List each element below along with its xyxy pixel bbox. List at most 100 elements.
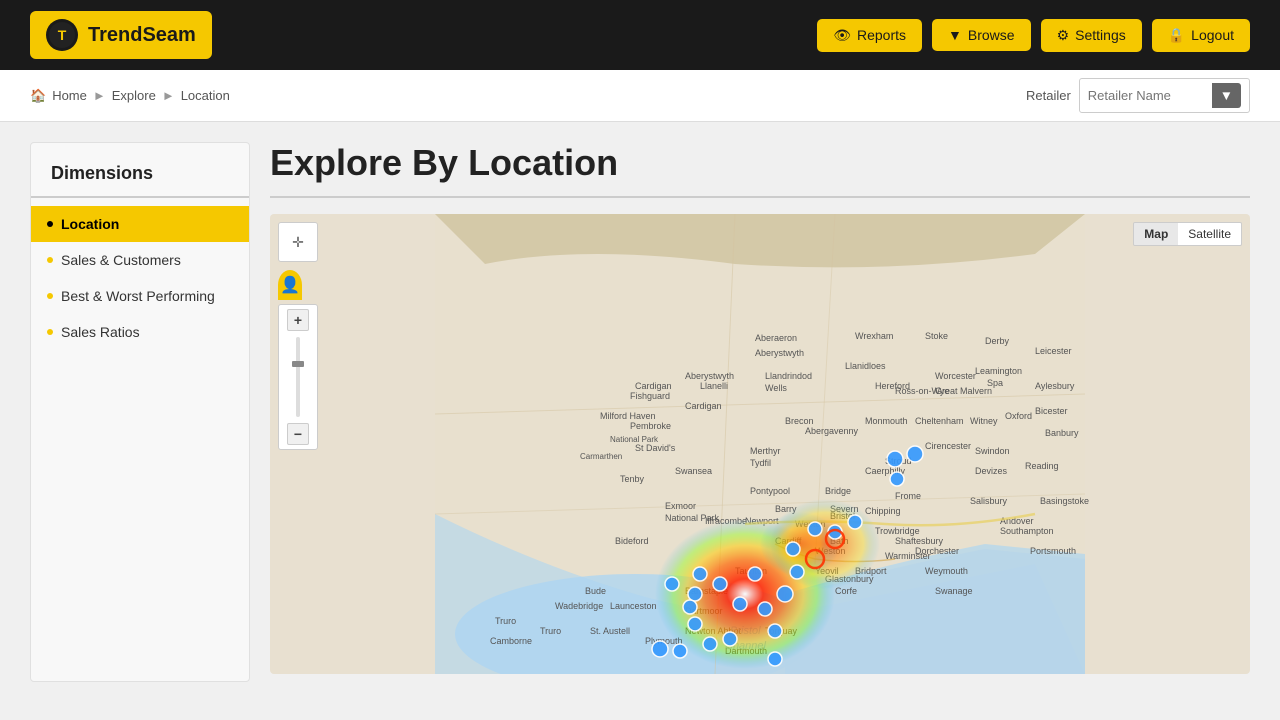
svg-text:Launceston: Launceston — [610, 601, 657, 611]
breadcrumb-sep-2: ► — [162, 88, 175, 103]
sidebar-item-label: Sales & Customers — [61, 252, 181, 268]
svg-text:Wadebridge: Wadebridge — [555, 601, 603, 611]
svg-text:Pembroke: Pembroke — [630, 421, 671, 431]
svg-text:Aylesbury: Aylesbury — [1035, 381, 1075, 391]
svg-text:Camborne: Camborne — [490, 636, 532, 646]
retailer-filter: Retailer ▼ — [1026, 78, 1250, 113]
svg-text:Bridge: Bridge — [825, 486, 851, 496]
svg-text:Weymouth: Weymouth — [925, 566, 968, 576]
map-controls: ✛ 👤 + − — [278, 222, 318, 450]
svg-text:Witney: Witney — [970, 416, 998, 426]
svg-text:Llandrindod: Llandrindod — [765, 371, 812, 381]
breadcrumb-sep-1: ► — [93, 88, 106, 103]
retailer-name-input[interactable] — [1088, 88, 1208, 103]
svg-text:Spa: Spa — [987, 378, 1003, 388]
svg-text:Abergavenny: Abergavenny — [805, 426, 859, 436]
svg-text:Swansea: Swansea — [675, 466, 712, 476]
svg-text:St. Austell: St. Austell — [590, 626, 630, 636]
retailer-dropdown-button[interactable]: ▼ — [1212, 83, 1241, 108]
svg-text:Tenby: Tenby — [620, 474, 645, 484]
svg-text:Monmouth: Monmouth — [865, 416, 908, 426]
sidebar-item-sales-customers[interactable]: Sales & Customers — [31, 242, 249, 278]
svg-text:Derby: Derby — [985, 336, 1010, 346]
browse-button[interactable]: ▼ Browse — [932, 19, 1031, 51]
svg-text:Exmoor: Exmoor — [665, 501, 696, 511]
svg-text:Southampton: Southampton — [1000, 526, 1054, 536]
svg-text:Merthyr: Merthyr — [750, 446, 781, 456]
map-container[interactable]: Pembroke National Park Carmarthen Swanse… — [270, 214, 1250, 674]
svg-text:Truro: Truro — [540, 626, 561, 636]
svg-text:National Park: National Park — [665, 513, 720, 523]
street-view-icon[interactable]: 👤 — [278, 270, 302, 300]
svg-text:Stoke: Stoke — [925, 331, 948, 341]
zoom-slider[interactable] — [296, 337, 300, 417]
breadcrumb-home[interactable]: Home — [52, 88, 87, 103]
reports-button[interactable]: 👁 Reports — [817, 19, 922, 52]
chevron-down-icon: ▼ — [948, 27, 962, 43]
bullet-icon — [47, 257, 53, 263]
map-type-controls: Map Satellite — [1133, 222, 1242, 246]
map-svg: Pembroke National Park Carmarthen Swanse… — [270, 214, 1250, 674]
settings-button[interactable]: ⚙ Settings — [1041, 19, 1142, 52]
logout-button[interactable]: 🔒 Logout — [1152, 19, 1250, 52]
content-area: Explore By Location — [270, 142, 1250, 682]
svg-text:Reading: Reading — [1025, 461, 1059, 471]
zoom-out-button[interactable]: − — [287, 423, 309, 445]
bullet-icon — [47, 293, 53, 299]
bullet-icon — [47, 329, 53, 335]
breadcrumb: 🏠 Home ► Explore ► Location — [30, 88, 230, 104]
sidebar-title: Dimensions — [31, 163, 249, 198]
svg-text:Cheltenham: Cheltenham — [915, 416, 964, 426]
zoom-control: + − — [278, 304, 318, 450]
breadcrumb-location: Location — [181, 88, 230, 103]
svg-text:Banbury: Banbury — [1045, 428, 1079, 438]
nav-buttons: 👁 Reports ▼ Browse ⚙ Settings 🔒 Logout — [817, 19, 1250, 52]
sidebar-item-label: Sales Ratios — [61, 324, 140, 340]
breadcrumb-explore[interactable]: Explore — [112, 88, 156, 103]
svg-text:Worcester: Worcester — [935, 371, 976, 381]
zoom-slider-thumb — [292, 361, 304, 367]
retailer-select-container: ▼ — [1079, 78, 1250, 113]
svg-text:Aberystwyth: Aberystwyth — [685, 371, 734, 381]
svg-text:Salisbury: Salisbury — [970, 496, 1008, 506]
pan-control[interactable]: ✛ — [278, 222, 318, 262]
svg-text:Llanidloes: Llanidloes — [845, 361, 886, 371]
svg-text:St David's: St David's — [635, 443, 676, 453]
home-icon: 🏠 — [30, 88, 46, 104]
svg-text:Leamington: Leamington — [975, 366, 1022, 376]
svg-text:Cardigan: Cardigan — [635, 381, 672, 391]
svg-text:Chipping: Chipping — [865, 506, 901, 516]
svg-text:Basingstoke: Basingstoke — [1040, 496, 1089, 506]
breadcrumb-bar: 🏠 Home ► Explore ► Location Retailer ▼ — [0, 70, 1280, 122]
svg-text:Leicester: Leicester — [1035, 346, 1072, 356]
logo-text: TrendSeam — [88, 24, 196, 47]
map-type-satellite-button[interactable]: Satellite — [1178, 223, 1241, 245]
sidebar: Dimensions Location Sales & Customers Be… — [30, 142, 250, 682]
svg-text:Bideford: Bideford — [615, 536, 649, 546]
svg-text:Pontypool: Pontypool — [750, 486, 790, 496]
svg-text:Swanage: Swanage — [935, 586, 973, 596]
svg-text:Milford Haven: Milford Haven — [600, 411, 656, 421]
main-content: Dimensions Location Sales & Customers Be… — [0, 122, 1280, 702]
bullet-icon — [47, 221, 53, 227]
svg-text:Bude: Bude — [585, 586, 606, 596]
zoom-in-button[interactable]: + — [287, 309, 309, 331]
map-type-map-button[interactable]: Map — [1134, 223, 1178, 245]
logo: T TrendSeam — [30, 11, 212, 59]
svg-text:Ross-on-Wye: Ross-on-Wye — [895, 386, 949, 396]
svg-text:Aberystwyth: Aberystwyth — [755, 348, 804, 358]
svg-text:Oxford: Oxford — [1005, 411, 1032, 421]
page-title: Explore By Location — [270, 142, 1250, 184]
gear-icon: ⚙ — [1057, 27, 1070, 44]
svg-text:Portsmouth: Portsmouth — [1030, 546, 1076, 556]
sidebar-item-best-worst[interactable]: Best & Worst Performing — [31, 278, 249, 314]
sidebar-item-label: Best & Worst Performing — [61, 288, 215, 304]
svg-text:Truro: Truro — [495, 616, 516, 626]
title-divider — [270, 196, 1250, 198]
svg-text:Cirencester: Cirencester — [925, 441, 971, 451]
svg-text:Cardigan: Cardigan — [685, 401, 722, 411]
svg-text:Frome: Frome — [895, 491, 921, 501]
sidebar-item-sales-ratios[interactable]: Sales Ratios — [31, 314, 249, 350]
sidebar-item-location[interactable]: Location — [31, 206, 249, 242]
svg-text:Tydfil: Tydfil — [750, 458, 771, 468]
